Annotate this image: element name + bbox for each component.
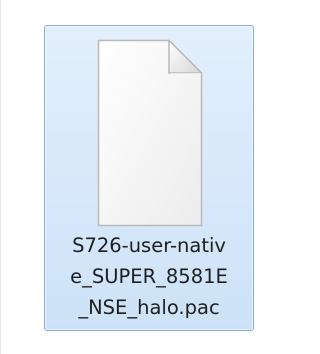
file-name-line-1: S726-user-nativ xyxy=(72,234,226,257)
file-name-line-3: _NSE_halo.pac xyxy=(78,296,220,319)
file-name-line-2: e_SUPER_8581E xyxy=(70,265,228,288)
blank-document-icon xyxy=(97,39,203,227)
file-name-label[interactable]: S726-user-nativ e_SUPER_8581E _NSE_halo.… xyxy=(51,230,247,323)
file-item[interactable]: S726-user-nativ e_SUPER_8581E _NSE_halo.… xyxy=(44,25,254,331)
pane-left-border xyxy=(0,0,1,354)
